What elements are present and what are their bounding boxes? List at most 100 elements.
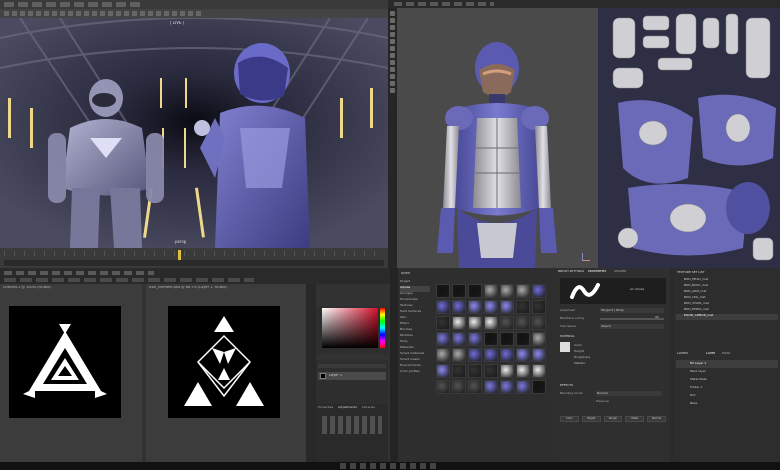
shelf-thumbnail[interactable] [468, 316, 482, 330]
select-tool-icon[interactable] [390, 53, 395, 58]
shelf-thumbnail[interactable] [532, 364, 546, 378]
channel-button[interactable]: Metal [625, 416, 645, 422]
shelf-thumbnail[interactable] [484, 364, 498, 378]
ps-canvas-2[interactable] [168, 306, 280, 418]
shelf-thumbnail[interactable] [500, 364, 514, 378]
layer-item[interactable]: Dirt [676, 392, 778, 400]
shelf-thumbnail[interactable] [452, 284, 466, 298]
shelf-thumbnail[interactable] [452, 348, 466, 362]
shelf-thumbnail[interactable] [436, 284, 450, 298]
shelf-thumbnail[interactable] [532, 316, 546, 330]
property-row[interactable]: Alignment Tangent | Wrap [560, 308, 666, 314]
shelf-thumbnail[interactable] [452, 316, 466, 330]
shelf-thumbnail[interactable] [452, 332, 466, 346]
blend-dropdown[interactable]: Normal [596, 391, 662, 396]
shelf-thumbnail[interactable] [484, 380, 498, 394]
shelf-thumbnail[interactable] [436, 332, 450, 346]
substance-3d-viewport[interactable] [397, 8, 598, 268]
channel-button[interactable]: Height [581, 416, 601, 422]
shelf-thumbnail[interactable] [436, 348, 450, 362]
property-row[interactable]: Backface culling 90 [560, 316, 666, 322]
shelf-thumbnail[interactable] [516, 364, 530, 378]
channel-color[interactable]: Color [574, 344, 582, 347]
channel-button[interactable]: Color [560, 416, 579, 422]
layer-item[interactable]: Folder 1 [676, 384, 778, 392]
color-field[interactable] [322, 308, 378, 348]
brush-preview[interactable]: Air stroke [560, 278, 666, 304]
shelf-thumbnail[interactable] [516, 380, 530, 394]
property-row[interactable]: Size Space Object [560, 324, 666, 330]
mask-tab[interactable]: MASK [722, 352, 731, 355]
ps-canvas-1[interactable] [9, 306, 121, 418]
shelf-thumbnail[interactable] [500, 332, 514, 346]
tab-properties[interactable]: PROPERTIES [588, 270, 606, 273]
channel-button[interactable]: Rough [603, 416, 623, 422]
shelf-thumbnail[interactable] [468, 364, 482, 378]
shelf-thumbnail[interactable] [516, 284, 530, 298]
project-tool-icon[interactable] [390, 67, 395, 72]
maya-shelf[interactable] [0, 9, 388, 18]
layer-tab[interactable]: LAYER [706, 352, 715, 355]
bake-tool-icon[interactable] [390, 88, 395, 93]
taskbar-icons[interactable] [340, 463, 440, 469]
ps-doc-tab-2[interactable]: Icon_Element.psd @ 66.7% (Layer 1, RGB/8… [149, 286, 299, 290]
texture-set-item[interactable]: EQUIP_ARMOR_mat [676, 314, 778, 320]
property-value[interactable]: Object [600, 324, 664, 329]
layer-item[interactable]: Base [676, 400, 778, 408]
tab-shader[interactable]: SHADER [614, 270, 627, 273]
ps-doc-tab-1[interactable]: Untitled-1 @ 100% (RGB/8) [3, 286, 138, 290]
shelf-thumbnail[interactable] [500, 348, 514, 362]
shelf-thumbnail[interactable] [436, 364, 450, 378]
erase-tool-icon[interactable] [390, 18, 395, 23]
ps-document-1[interactable]: Untitled-1 @ 100% (RGB/8) [0, 284, 142, 470]
shelf-thumbnail[interactable] [452, 300, 466, 314]
substance-2d-view[interactable] [598, 8, 780, 268]
shelf-thumbnail[interactable] [500, 380, 514, 394]
shelf-thumbnail[interactable] [436, 380, 450, 394]
maya-viewport[interactable]: [ LIVE ] persp [0, 18, 388, 248]
adjustment-icons[interactable] [322, 416, 382, 434]
shelf-thumbnail[interactable] [500, 300, 514, 314]
layer-item[interactable]: Fill Layer 1 [676, 360, 778, 368]
shelf-thumbnail[interactable] [468, 300, 482, 314]
tab-libraries[interactable]: Libraries [362, 406, 375, 409]
material-swatch[interactable] [560, 342, 570, 352]
channel-roughness[interactable]: Roughness [574, 356, 590, 359]
shelf-thumbnail[interactable] [532, 348, 546, 362]
channel-metallic[interactable]: Metallic [574, 362, 586, 365]
shelf-thumbnail[interactable] [516, 348, 530, 362]
shelf-thumbnail[interactable] [532, 284, 546, 298]
shelf-thumbnail[interactable] [500, 316, 514, 330]
shelf-thumbnail[interactable] [532, 300, 546, 314]
shelf-thumbnail-grid[interactable] [436, 284, 550, 398]
shelf-thumbnail[interactable] [468, 380, 482, 394]
ps-color-panel[interactable] [316, 306, 388, 354]
property-value[interactable]: Tangent | Wrap [600, 308, 664, 313]
shelf-thumbnail[interactable] [532, 380, 546, 394]
shelf-thumbnail[interactable] [452, 380, 466, 394]
shelf-thumbnail[interactable] [484, 348, 498, 362]
shelf-category[interactable]: Color profiles [400, 370, 430, 376]
shelf-thumbnail[interactable] [452, 364, 466, 378]
tab-brush-settings[interactable]: BRUSH SETTINGS [558, 270, 584, 273]
shelf-thumbnail[interactable] [516, 332, 530, 346]
shelf-thumbnail[interactable] [468, 332, 482, 346]
shelf-thumbnail[interactable] [516, 316, 530, 330]
clone-tool-icon[interactable] [390, 32, 395, 37]
polyfill-tool-icon[interactable] [390, 74, 395, 79]
shelf-thumbnail[interactable] [500, 284, 514, 298]
shelf-thumbnail[interactable] [484, 316, 498, 330]
shelf-thumbnail[interactable] [484, 300, 498, 314]
transform-tool-icon[interactable] [390, 60, 395, 65]
picker-tool-icon[interactable] [390, 46, 395, 51]
shelf-thumbnail[interactable] [484, 284, 498, 298]
ps-document-2[interactable]: Icon_Element.psd @ 66.7% (Layer 1, RGB/8… [146, 284, 306, 470]
shelf-thumbnail[interactable] [436, 300, 450, 314]
channel-height[interactable]: Height [574, 350, 584, 353]
tab-adjustments[interactable]: Adjustments [338, 406, 357, 409]
layer-item[interactable]: Metal Plate [676, 376, 778, 384]
tab-properties[interactable]: Properties [318, 406, 333, 409]
shelf-thumbnail[interactable] [436, 316, 450, 330]
shelf-thumbnail[interactable] [484, 332, 498, 346]
maya-timeline[interactable] [0, 248, 388, 268]
